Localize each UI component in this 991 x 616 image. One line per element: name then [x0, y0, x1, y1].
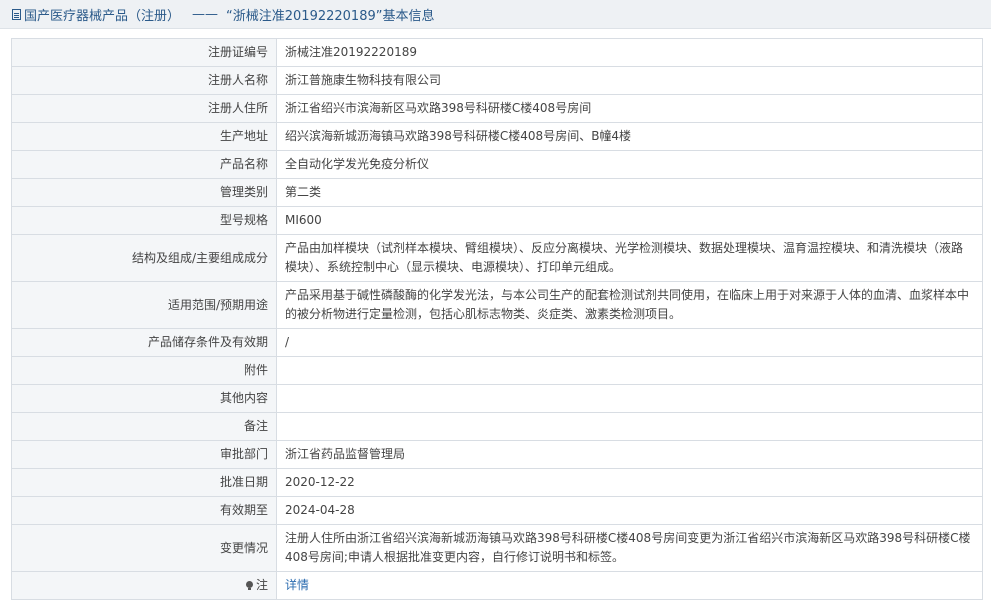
table-row: 注册证编号 浙械注准20192220189 [11, 38, 983, 67]
row-value-change-history: 注册人住所由浙江省绍兴滨海新城沥海镇马欢路398号科研楼C楼408号房间变更为浙… [276, 524, 983, 572]
table-row: 产品储存条件及有效期 / [11, 328, 983, 357]
row-value-remarks [276, 412, 983, 441]
table-row: 产品名称 全自动化学发光免疫分析仪 [11, 150, 983, 179]
row-value-structure-composition: 产品由加样模块（试剂样本模块、臂组模块）、反应分离模块、光学检测模块、数据处理模… [276, 234, 983, 282]
table-row: 管理类别 第二类 [11, 178, 983, 207]
row-value-production-address: 绍兴滨海新城沥海镇马欢路398号科研楼C楼408号房间、B幢4楼 [276, 122, 983, 151]
page-header: 国产医疗器械产品（注册） —— “浙械注准20192220189”基本信息 [0, 0, 991, 29]
row-label-registrant-address: 注册人住所 [11, 94, 277, 123]
row-value-note: 详情 [276, 571, 983, 600]
document-icon [12, 8, 21, 20]
row-label-change-history: 变更情况 [11, 524, 277, 572]
row-label-note: 注 [11, 571, 277, 600]
table-row: 附件 [11, 356, 983, 385]
row-value-product-name: 全自动化学发光免疫分析仪 [276, 150, 983, 179]
breadcrumb[interactable]: 国产医疗器械产品（注册） [24, 5, 180, 24]
row-value-valid-until: 2024-04-28 [276, 496, 983, 525]
row-label-approval-date: 批准日期 [11, 468, 277, 497]
row-label-registration-number: 注册证编号 [11, 38, 277, 67]
row-value-registrant-name: 浙江普施康生物科技有限公司 [276, 66, 983, 95]
table-row: 批准日期 2020-12-22 [11, 468, 983, 497]
row-label-model-spec: 型号规格 [11, 206, 277, 235]
row-value-storage-validity: / [276, 328, 983, 357]
row-label-other-content: 其他内容 [11, 384, 277, 413]
row-label-approval-department: 审批部门 [11, 440, 277, 469]
row-label-valid-until: 有效期至 [11, 496, 277, 525]
row-label-production-address: 生产地址 [11, 122, 277, 151]
row-label-structure-composition: 结构及组成/主要组成成分 [11, 234, 277, 282]
row-label-registrant-name: 注册人名称 [11, 66, 277, 95]
row-label-management-category: 管理类别 [11, 178, 277, 207]
row-value-approval-department: 浙江省药品监督管理局 [276, 440, 983, 469]
row-value-attachment [276, 356, 983, 385]
note-label: 注 [255, 578, 268, 592]
table-row: 生产地址 绍兴滨海新城沥海镇马欢路398号科研楼C楼408号房间、B幢4楼 [11, 122, 983, 151]
row-label-storage-validity: 产品储存条件及有效期 [11, 328, 277, 357]
info-table: 注册证编号 浙械注准20192220189 注册人名称 浙江普施康生物科技有限公… [11, 38, 983, 600]
row-value-intended-use: 产品采用基于碱性磷酸酶的化学发光法，与本公司生产的配套检测试剂共同使用，在临床上… [276, 281, 983, 329]
table-row: 注册人名称 浙江普施康生物科技有限公司 [11, 66, 983, 95]
table-row: 适用范围/预期用途 产品采用基于碱性磷酸酶的化学发光法，与本公司生产的配套检测试… [11, 281, 983, 329]
table-row: 注册人住所 浙江省绍兴市滨海新区马欢路398号科研楼C楼408号房间 [11, 94, 983, 123]
row-value-approval-date: 2020-12-22 [276, 468, 983, 497]
row-value-other-content [276, 384, 983, 413]
info-table-container: 注册证编号 浙械注准20192220189 注册人名称 浙江普施康生物科技有限公… [11, 38, 983, 600]
table-row: 型号规格 MI600 [11, 206, 983, 235]
row-value-registrant-address: 浙江省绍兴市滨海新区马欢路398号科研楼C楼408号房间 [276, 94, 983, 123]
row-label-product-name: 产品名称 [11, 150, 277, 179]
table-row: 有效期至 2024-04-28 [11, 496, 983, 525]
table-row: 结构及组成/主要组成成分 产品由加样模块（试剂样本模块、臂组模块）、反应分离模块… [11, 234, 983, 282]
page-title: “浙械注准20192220189”基本信息 [226, 8, 435, 24]
row-label-intended-use: 适用范围/预期用途 [11, 281, 277, 329]
table-row: 变更情况 注册人住所由浙江省绍兴滨海新城沥海镇马欢路398号科研楼C楼408号房… [11, 524, 983, 572]
row-value-management-category: 第二类 [276, 178, 983, 207]
row-label-remarks: 备注 [11, 412, 277, 441]
row-value-registration-number: 浙械注准20192220189 [276, 38, 983, 67]
header-separator: —— [192, 6, 219, 22]
details-link[interactable]: 详情 [285, 578, 309, 592]
row-value-model-spec: MI600 [276, 206, 983, 235]
table-row: 注 详情 [11, 571, 983, 600]
table-row: 审批部门 浙江省药品监督管理局 [11, 440, 983, 469]
lightbulb-icon [245, 581, 253, 590]
table-row: 其他内容 [11, 384, 983, 413]
row-label-attachment: 附件 [11, 356, 277, 385]
table-row: 备注 [11, 412, 983, 441]
